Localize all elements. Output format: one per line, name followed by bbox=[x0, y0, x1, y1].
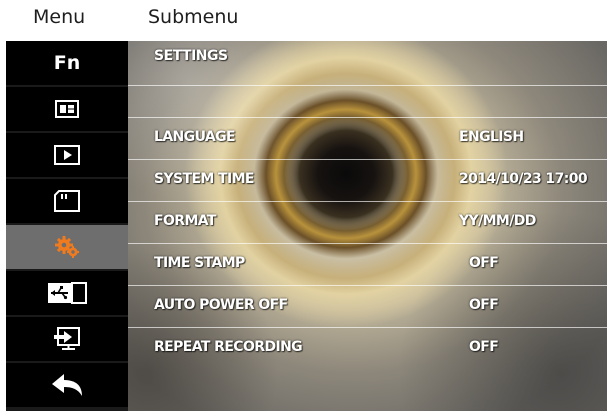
menu-item-input-source[interactable] bbox=[6, 317, 128, 361]
back-arrow-icon bbox=[52, 374, 82, 396]
menu-item-memory-card[interactable] bbox=[6, 179, 128, 223]
setting-label: REPEAT RECORDING bbox=[154, 339, 303, 355]
setting-label: TIME STAMP bbox=[154, 255, 245, 271]
gear-icon bbox=[55, 236, 79, 258]
menu-item-playback[interactable] bbox=[6, 133, 128, 177]
settings-panel: SETTINGS LANGUAGE ENGLISH SYSTEM TIME 20… bbox=[128, 41, 607, 411]
setting-label: AUTO POWER OFF bbox=[154, 297, 288, 313]
setting-value: 2014/10/23 17:00 bbox=[459, 171, 588, 187]
setting-value: OFF bbox=[469, 255, 499, 271]
setting-value: OFF bbox=[469, 339, 499, 355]
menu-column: Fn bbox=[6, 41, 128, 411]
submenu-header: Submenu bbox=[148, 6, 239, 28]
setting-row-time-stamp[interactable]: TIME STAMP OFF bbox=[128, 243, 607, 286]
divider bbox=[128, 85, 607, 86]
fn-label: Fn bbox=[53, 52, 81, 74]
setting-label: LANGUAGE bbox=[154, 129, 236, 145]
input-icon bbox=[54, 327, 80, 350]
grid-icon bbox=[55, 100, 79, 118]
setting-row-auto-power-off[interactable]: AUTO POWER OFF OFF bbox=[128, 285, 607, 328]
settings-title: SETTINGS bbox=[154, 48, 228, 64]
setting-row-repeat-recording[interactable]: REPEAT RECORDING OFF bbox=[128, 327, 607, 370]
usb-icon bbox=[48, 282, 87, 304]
setting-row-system-time[interactable]: SYSTEM TIME 2014/10/23 17:00 bbox=[128, 159, 607, 202]
setting-label: SYSTEM TIME bbox=[154, 171, 254, 187]
menu-item-usb-connect[interactable] bbox=[6, 271, 128, 315]
menu-item-fn[interactable]: Fn bbox=[6, 41, 128, 85]
device-screen: Fn SETTINGS LANGUAGE ENGLISH SYSTEM TIME… bbox=[6, 41, 607, 411]
menu-item-photo-grid[interactable] bbox=[6, 87, 128, 131]
menu-item-settings[interactable] bbox=[6, 225, 128, 269]
setting-value: OFF bbox=[469, 297, 499, 313]
setting-row-language[interactable]: LANGUAGE ENGLISH bbox=[128, 117, 607, 160]
play-icon bbox=[54, 145, 80, 165]
setting-row-format[interactable]: FORMAT YY/MM/DD bbox=[128, 201, 607, 244]
setting-label: FORMAT bbox=[154, 213, 216, 229]
sd-card-icon bbox=[54, 190, 80, 212]
menu-header: Menu bbox=[33, 6, 86, 28]
setting-value: YY/MM/DD bbox=[459, 213, 536, 229]
setting-value: ENGLISH bbox=[459, 129, 524, 145]
menu-item-back[interactable] bbox=[6, 363, 128, 407]
